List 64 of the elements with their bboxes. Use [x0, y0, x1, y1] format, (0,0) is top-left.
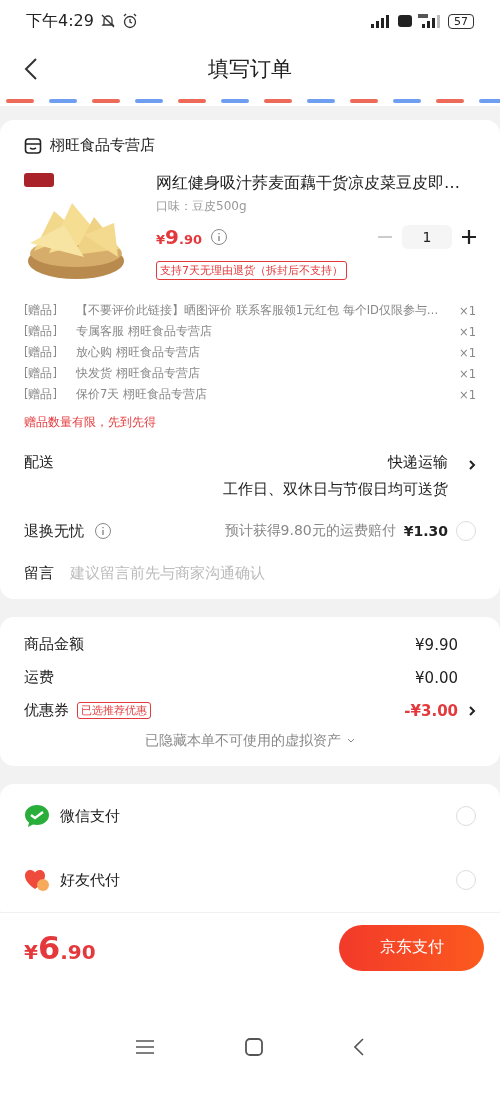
- heart-icon: [24, 868, 50, 892]
- info-icon[interactable]: [210, 228, 228, 246]
- signal-icon: [370, 14, 392, 28]
- return-insurance-price: ¥1.30: [403, 523, 448, 539]
- gift-name: 放心购 栩旺食品专营店: [76, 345, 201, 360]
- gift-quantity: ×1: [459, 303, 476, 318]
- product-price: ¥9.90: [156, 225, 202, 249]
- store-icon: [24, 136, 42, 155]
- coupon-tag: 已选推荐优惠: [77, 702, 151, 719]
- summary-label: 优惠券: [24, 701, 69, 720]
- gift-name: 保价7天 栩旺食品专营店: [76, 387, 208, 402]
- summary-label: 运费: [24, 668, 54, 687]
- summary-value: -¥3.00: [404, 701, 458, 720]
- total-price: ¥6.90: [24, 928, 96, 967]
- delivery-note: 工作日、双休日与节假日均可送货: [223, 480, 448, 499]
- back-nav-icon[interactable]: [354, 1037, 365, 1056]
- battery-indicator: 57: [448, 13, 474, 29]
- plus-icon[interactable]: [462, 230, 476, 244]
- gift-quantity: ×1: [459, 387, 476, 402]
- caret-icon: [347, 738, 355, 744]
- product-spec: 口味：豆皮500g: [156, 198, 248, 215]
- quantity-field[interactable]: 1: [402, 225, 452, 249]
- payment-method-label[interactable]: 微信支付: [60, 806, 120, 826]
- chevron-icon: [468, 704, 476, 717]
- status-time: 下午4:29: [26, 10, 94, 32]
- summary-value: ¥9.90: [415, 635, 458, 654]
- alarm-icon: [121, 13, 138, 29]
- gift-tag: [赠品]: [24, 324, 76, 339]
- radio-button[interactable]: [456, 521, 476, 541]
- gift-name: 【不要评价此链接】晒图评价 联系客服领1元红包 每个ID仅限参与…: [76, 303, 440, 318]
- chevron-icon: [468, 459, 476, 471]
- gift-quantity: ×1: [459, 345, 476, 360]
- chat-bubble-icon: [24, 804, 50, 828]
- return-insurance-description: 预计获得9.80元的运费赔付: [224, 522, 396, 540]
- menu-icon[interactable]: [135, 1039, 154, 1054]
- summary-label: 商品金额: [24, 635, 84, 654]
- gift-tag: [赠品]: [24, 345, 76, 360]
- gift-quantity: ×1: [459, 324, 476, 339]
- gift-name: 专属客服 栩旺食品专营店: [76, 324, 213, 339]
- payment-method-label[interactable]: 好友代付: [60, 870, 120, 890]
- home-icon[interactable]: [245, 1037, 263, 1056]
- signal-5g-icon: [418, 13, 442, 29]
- return-insurance-label: 退换无忧: [24, 521, 84, 541]
- radio-button[interactable]: [456, 870, 476, 890]
- hidden-assets-link[interactable]: 已隐藏本单不可使用的虚拟资产: [145, 732, 341, 750]
- gift-tag: [赠品]: [24, 387, 76, 402]
- back-icon[interactable]: [24, 57, 38, 81]
- info-icon[interactable]: [94, 522, 112, 540]
- summary-value: ¥0.00: [415, 668, 458, 687]
- message-label: 留言: [24, 563, 54, 583]
- delivery-label: 配送: [24, 453, 54, 472]
- product-title[interactable]: 网红健身吸汁荞麦面藕干货凉皮菜豆皮即…: [156, 173, 476, 194]
- store-name[interactable]: 栩旺食品专营店: [50, 136, 155, 155]
- gift-tag: [赠品]: [24, 303, 76, 318]
- bell-off-icon: [99, 13, 116, 29]
- gift-tag: [赠品]: [24, 366, 76, 381]
- delivery-method[interactable]: 快递运输: [388, 453, 448, 472]
- gift-quantity: ×1: [459, 366, 476, 381]
- pay-button[interactable]: 京东支付: [339, 924, 484, 971]
- page-title: 填写订单: [208, 56, 292, 83]
- return-policy-tag: 支持7天无理由退货（拆封后不支持）: [156, 261, 347, 280]
- gift-notice: 赠品数量有限，先到先得: [24, 414, 157, 431]
- gift-name: 快发货 栩旺食品专营店: [76, 366, 201, 381]
- radio-button[interactable]: [456, 806, 476, 826]
